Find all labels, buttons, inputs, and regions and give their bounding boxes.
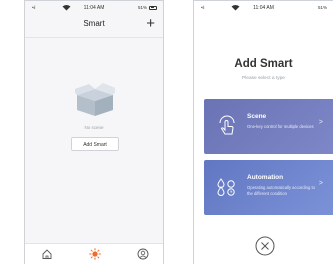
close-icon[interactable] bbox=[254, 235, 276, 257]
scene-card-title: Scene bbox=[247, 113, 267, 120]
empty-state-text: No scene bbox=[84, 125, 104, 130]
battery-indicator: 51% bbox=[138, 5, 157, 10]
battery-icon bbox=[149, 5, 157, 10]
add-smart-screen: •ıl 11:04 AM 51% Add Smart Please select… bbox=[193, 0, 333, 264]
status-bar: •ıl 11:04 AM 51% bbox=[25, 1, 163, 15]
home-icon[interactable] bbox=[41, 248, 53, 260]
chevron-right-icon: > bbox=[318, 119, 323, 126]
page-subtitle: Please select a type bbox=[242, 76, 285, 81]
profile-icon[interactable] bbox=[137, 248, 149, 260]
scene-card-description: One-key control for multiple devices bbox=[247, 124, 314, 129]
scene-card[interactable]: Scene One-key control for multiple devic… bbox=[204, 99, 333, 154]
touch-hand-icon bbox=[219, 115, 235, 135]
add-icon[interactable]: + bbox=[146, 15, 155, 33]
smart-list-screen: •ıl 11:04 AM 51% Smart + No scene Add Sm… bbox=[24, 0, 164, 264]
battery-percent: 51% bbox=[137, 5, 147, 10]
automation-card-title: Automation bbox=[247, 174, 284, 181]
automation-card[interactable]: Automation Operating automatically accor… bbox=[204, 160, 333, 215]
automation-card-description: Operating automatically according to the… bbox=[247, 185, 315, 197]
automation-icon bbox=[217, 178, 235, 196]
smart-sun-icon[interactable] bbox=[89, 248, 101, 260]
battery-percent: 51% bbox=[317, 5, 327, 10]
add-smart-button[interactable]: Add Smart bbox=[71, 137, 119, 151]
chevron-right-icon: > bbox=[318, 180, 323, 187]
nav-bar: Smart + bbox=[25, 15, 163, 38]
page-title: Smart bbox=[83, 19, 105, 28]
battery-indicator: 51% bbox=[318, 5, 327, 10]
status-bar: •ıl 11:04 AM 51% bbox=[194, 1, 333, 15]
empty-box-icon bbox=[75, 83, 115, 116]
status-time: 11:04 AM bbox=[253, 5, 274, 11]
page-title: Add Smart bbox=[234, 58, 293, 70]
tab-bar bbox=[25, 243, 163, 264]
